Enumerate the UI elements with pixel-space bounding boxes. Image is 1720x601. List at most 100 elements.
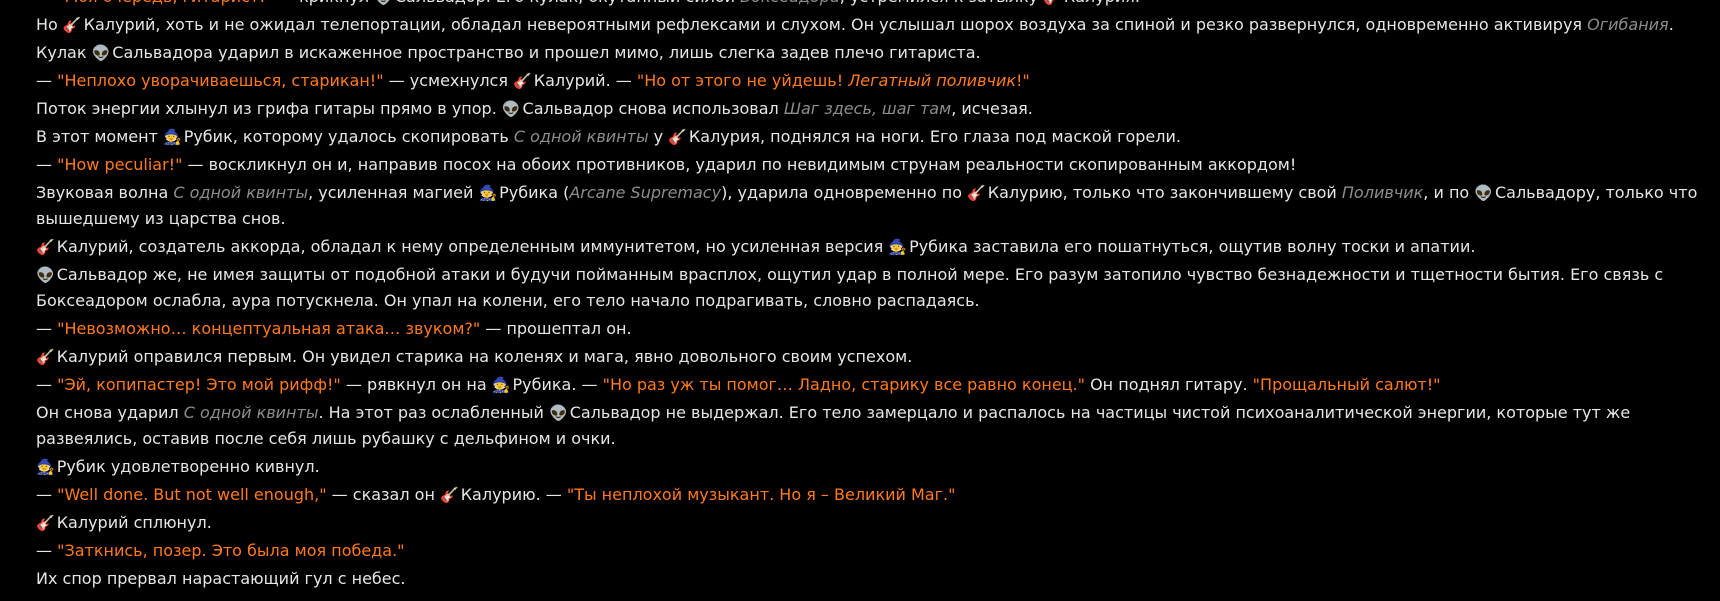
speech-text: "Но раз уж ты помог… Ладно, старику все … [602,375,1085,394]
story-paragraph: Он снова ударил С одной квинты. На этот … [36,400,1708,452]
narration-text: , устремился к затылку [840,0,1043,6]
story-paragraph: 🧙 Рубик удовлетворенно кивнул. [36,454,1708,480]
guitar-icon: 🎸 [513,72,532,90]
narration-text: — крикнул [273,0,374,6]
narration-text: Сальвадор же, не имея защиты от подобной… [36,265,1664,310]
narration-text: — [36,71,58,90]
narration-text: Он поднял гитару. [1085,375,1253,394]
alien-icon: 👽 [374,0,393,6]
narration-text: — [36,375,58,394]
story-paragraph: — "How peculiar!" — воскликнул он и, нап… [36,152,1708,178]
speech-text: "Эй, копипастер! Это мой рифф!" [57,375,341,394]
guitar-icon: 🎸 [36,238,55,256]
narration-text: Калурию. — [460,485,567,504]
chat-log: — "Моя очередь, гитарист!" — крикнул 👽Са… [36,0,1708,594]
speech-text: "Неплохо уворачиваешься, старикан!" [57,71,384,90]
guitar-icon: 🎸 [668,128,687,146]
story-paragraph: — "Эй, копипастер! Это мой рифф!" — рявк… [36,372,1708,398]
narration-text: , усиленная магией [308,183,479,202]
mage-icon: 🧙 [491,376,511,394]
mage-icon: 🧙 [163,128,182,146]
alien-icon: 👽 [549,404,568,422]
narration-text: Калурий сплюнул. [56,513,212,532]
speech-text: "Ты неплохой музыкант. Но я – Великий Ма… [566,485,956,504]
narration-text: Их спор прервал нарастающий гул с небес. [36,569,406,588]
speech-text: "Но от этого не уйдешь! [636,71,849,90]
narration-text: . [1668,15,1674,34]
story-paragraph: 👽 Сальвадор же, не имея защиты от подобно… [36,262,1708,314]
narration-text: — [36,485,58,504]
speech-text: !" [1016,71,1030,90]
narration-text: — рявкнул он на [340,375,492,394]
skill-name: С одной квинты [183,403,319,422]
narration-text: ), ударила одновременно по [721,183,968,202]
narration-text: — прошептал он. [480,319,632,338]
narration-text: Рубика заставила его пошатнуться, ощутив… [909,237,1476,256]
story-paragraph: Кулак 👽 Сальвадора ударил в искаженное пр… [36,40,1708,66]
story-paragraph: Звуковая волна С одной квинты, усиленная… [36,180,1708,232]
guitar-icon: 🎸 [62,16,82,34]
speech-text: "Прощальный салют!" [1252,375,1441,394]
story-paragraph: — "Неплохо уворачиваешься, старикан!" — … [36,68,1708,94]
mage-icon: 🧙 [888,238,908,256]
narration-text: Сальвадор. Его кулак, окутанный силой [395,0,740,6]
narration-text: — [36,0,57,6]
story-paragraph: 🎸 Калурий оправился первым. Он увидел ста… [36,344,1708,370]
narration-text: Рубика. — [512,375,603,394]
skill-name: Шаг здесь, шаг там [783,99,952,118]
narration-text: Рубик, которому удалось скопировать [183,127,514,146]
narration-text: Калурий, создатель аккорда, обладал к не… [56,237,889,256]
narration-text: — [36,319,58,338]
skill-name: С одной квинты [173,183,309,202]
narration-text: Поток энергии хлынул из грифа гитары пря… [36,99,502,118]
narration-text: — [36,541,58,560]
narration-text: Звуковая волна [36,183,174,202]
narration-text: — усмехнулся [383,71,514,90]
narration-text: , исчезая. [951,99,1033,118]
mage-icon: 🧙 [478,184,498,202]
speech-text: "Заткнись, позер. Это была моя победа." [57,541,405,560]
story-paragraph: 🎸 Калурий, создатель аккорда, обладал к н… [36,234,1708,260]
guitar-icon: 🎸 [1043,0,1062,6]
narration-text: Калурия, поднялся на ноги. Его глаза под… [688,127,1181,146]
guitar-icon: 🎸 [36,348,55,366]
narration-text: Калурий оправился первым. Он увидел стар… [56,347,913,366]
story-paragraph: Поток энергии хлынул из грифа гитары пря… [36,96,1708,122]
story-paragraph: — "Заткнись, позер. Это была моя победа.… [36,538,1708,564]
guitar-icon: 🎸 [36,514,55,532]
story-paragraph: — "Невозможно… концептуальная атака… зву… [36,316,1708,342]
skill-name: Боксеадора [740,0,840,6]
skill-name: Поливчик [1341,183,1424,202]
narration-text: , и по [1423,183,1475,202]
narration-text: Кулак [36,43,92,62]
skill-name: Arcane Supremacy [569,183,722,202]
alien-icon: 👽 [36,266,55,284]
narration-text: . На этот раз ослабленный [318,403,550,422]
narration-text: Калурию, только что закончившему свой [987,183,1342,202]
narration-text: Калурий, хоть и не ожидал телепортации, … [83,15,1588,34]
alien-icon: 👽 [1474,184,1493,202]
skill-name: Огибания [1587,15,1669,34]
skill-name: С одной квинты [513,127,649,146]
story-paragraph: — "Well done. But not well enough," — ск… [36,482,1708,508]
speech-text: "Моя очередь, гитарист!" [57,0,273,6]
narration-text: — воскликнул он и, направив посох на обо… [182,155,1297,174]
speech-text: "Невозможно… концептуальная атака… звуко… [57,319,481,338]
guitar-icon: 🎸 [967,184,986,202]
narration-text: у [648,127,669,146]
narration-text: Сальвадора ударил в искаженное пространс… [112,43,981,62]
story-paragraph: Их спор прервал нарастающий гул с небес. [36,566,1708,592]
story-paragraph: 🎸 Калурий сплюнул. [36,510,1708,536]
speech-skill-text: Легатный поливчик [848,71,1017,90]
narration-text: Сальвадор снова использовал [522,99,784,118]
story-paragraph: В этот момент 🧙 Рубик, которому удалось с… [36,124,1708,150]
speech-text: "How peculiar!" [57,155,183,174]
narration-text: — сказал он [326,485,440,504]
narration-text: Он снова ударил [36,403,184,422]
story-paragraph: — "Моя очередь, гитарист!" — крикнул 👽Са… [36,0,1708,10]
narration-text: Калурий. — [533,71,637,90]
narration-text: — [36,155,58,174]
mage-icon: 🧙 [36,458,55,476]
story-paragraph: Но 🎸 Калурий, хоть и не ожидал телепортац… [36,12,1708,38]
narration-text: Но [36,15,63,34]
